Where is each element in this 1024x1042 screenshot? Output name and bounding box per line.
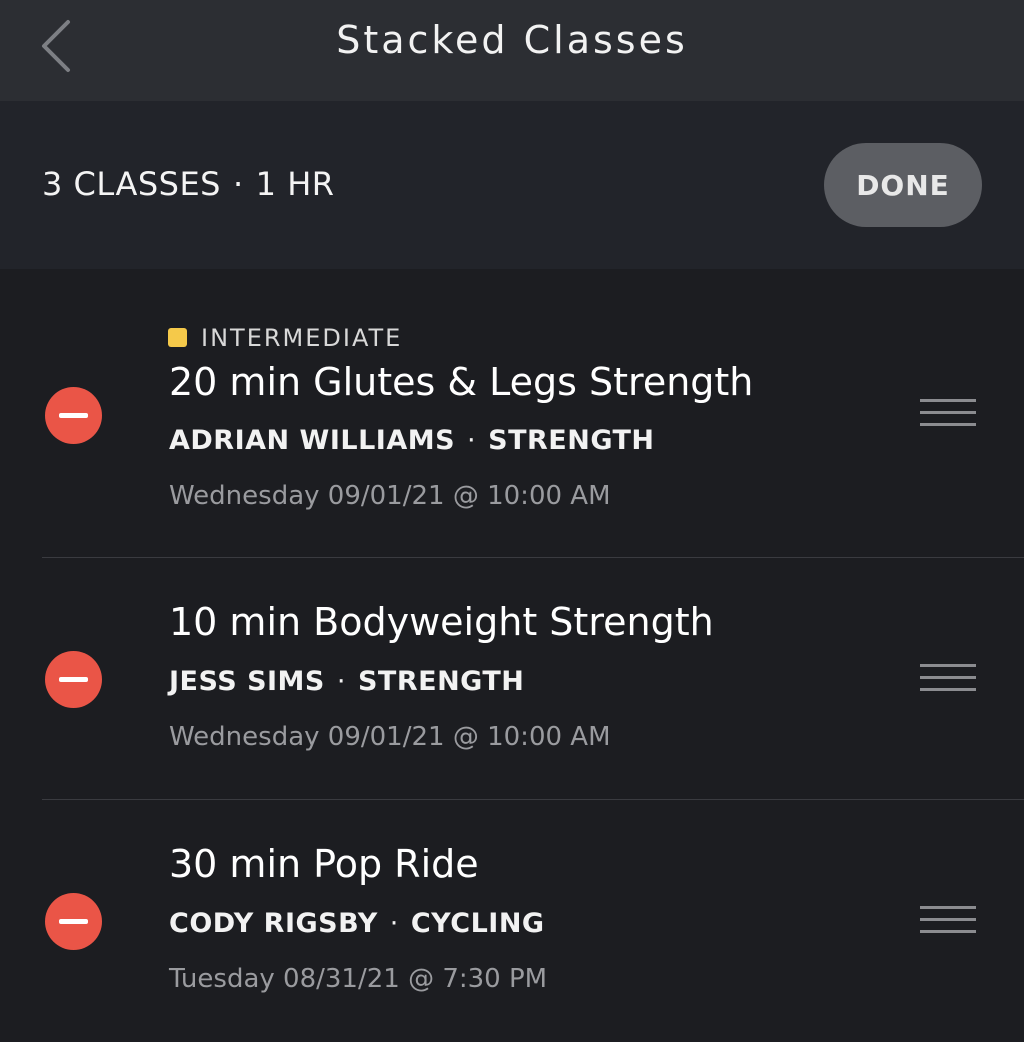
minus-icon xyxy=(59,677,88,682)
page-title: Stacked Classes xyxy=(336,18,688,62)
meta-separator: · xyxy=(389,908,399,939)
summary-separator: · xyxy=(232,165,244,203)
minus-icon xyxy=(59,413,88,418)
list-item: INTERMEDIATE 20 min Glutes & Legs Streng… xyxy=(0,269,1024,558)
class-category: STRENGTH xyxy=(488,425,655,456)
drag-handle-icon[interactable] xyxy=(920,399,976,429)
class-difficulty: INTERMEDIATE xyxy=(168,324,402,352)
difficulty-label: INTERMEDIATE xyxy=(201,324,403,352)
class-title: 20 min Glutes & Legs Strength xyxy=(169,360,754,404)
drag-handle-icon[interactable] xyxy=(920,664,976,694)
list-item: 10 min Bodyweight Strength JESS SIMS · STR… xyxy=(0,558,1024,800)
stack-summary: 3 CLASSES · 1 HR xyxy=(42,165,334,203)
class-meta: JESS SIMS · STRENGTH xyxy=(169,666,524,697)
instructor-name: ADRIAN WILLIAMS xyxy=(169,425,456,456)
instructor-name: CODY RIGSBY xyxy=(169,908,378,939)
class-date: Tuesday 08/31/21 @ 7:30 PM xyxy=(169,964,548,994)
navigation-bar: Stacked Classes xyxy=(0,0,1024,101)
class-date: Wednesday 09/01/21 @ 10:00 AM xyxy=(169,481,611,511)
class-meta: CODY RIGSBY · CYCLING xyxy=(169,908,545,939)
class-title: 30 min Pop Ride xyxy=(169,842,479,886)
class-title: 10 min Bodyweight Strength xyxy=(169,600,714,644)
drag-handle-icon[interactable] xyxy=(920,906,976,936)
list-item: 30 min Pop Ride CODY RIGSBY · CYCLING Tues… xyxy=(0,800,1024,1042)
class-count: 3 CLASSES xyxy=(42,165,221,203)
difficulty-swatch-icon xyxy=(168,327,187,347)
meta-separator: · xyxy=(336,666,346,697)
class-date: Wednesday 09/01/21 @ 10:00 AM xyxy=(169,722,611,752)
stacked-class-list: INTERMEDIATE 20 min Glutes & Legs Streng… xyxy=(0,269,1024,1020)
class-category: CYCLING xyxy=(410,908,545,939)
class-meta: ADRIAN WILLIAMS · STRENGTH xyxy=(169,425,655,456)
remove-class-button[interactable] xyxy=(45,651,102,708)
remove-class-button[interactable] xyxy=(45,387,102,444)
done-button[interactable]: DONE xyxy=(824,143,982,227)
total-duration: 1 HR xyxy=(255,165,335,203)
meta-separator: · xyxy=(467,425,477,456)
class-category: STRENGTH xyxy=(357,666,525,697)
remove-class-button[interactable] xyxy=(45,893,102,950)
instructor-name: JESS SIMS xyxy=(169,666,325,697)
minus-icon xyxy=(59,919,88,924)
